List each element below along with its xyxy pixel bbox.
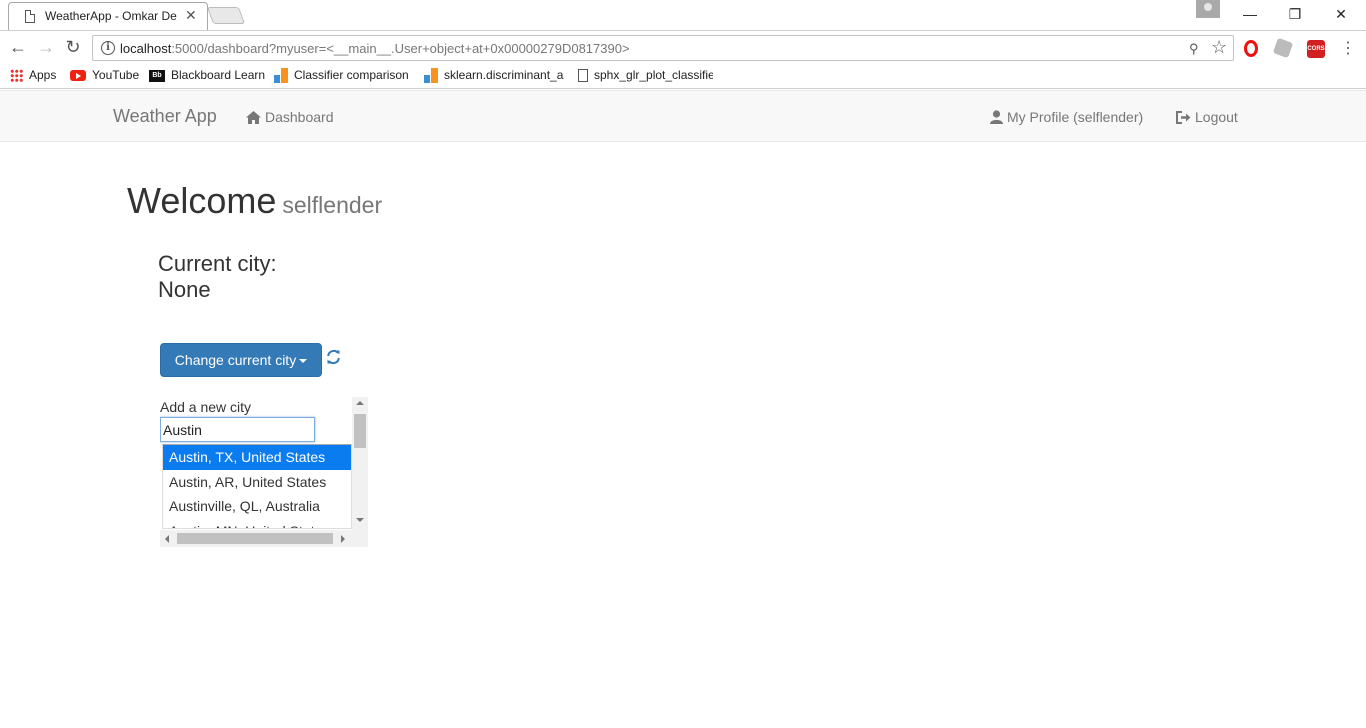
blackboard-icon: Bb <box>149 69 165 82</box>
close-tab-icon[interactable]: ✕ <box>185 7 197 24</box>
bookmark-apps[interactable]: Apps <box>10 68 56 83</box>
current-city-value: None <box>158 277 211 302</box>
scroll-left-icon[interactable] <box>165 535 169 543</box>
welcome-heading: Welcome <box>127 180 277 221</box>
caret-down-icon <box>299 359 308 364</box>
current-city-label: Current city: <box>158 251 277 276</box>
browser-menu-icon[interactable]: ⋮ <box>1340 38 1356 58</box>
tab-title: WeatherApp - Omkar De <box>45 9 177 23</box>
bookmarks-bar: Apps YouTube Bb Blackboard Learn Classifi… <box>0 64 1366 89</box>
change-city-label: Change current city <box>174 352 297 368</box>
browser-profile-button[interactable] <box>1196 0 1220 18</box>
user-icon <box>990 110 1003 124</box>
bookmark-classifier-comparison[interactable]: Classifier comparison <box>274 68 409 84</box>
list-item[interactable]: Austin, TX, United States <box>163 445 351 470</box>
brand-link[interactable]: Weather App <box>113 106 217 127</box>
page-icon <box>25 10 35 23</box>
page-title: Welcome selflender <box>127 180 382 222</box>
sklearn-icon <box>274 68 288 84</box>
scroll-down-icon[interactable] <box>356 518 364 522</box>
list-item[interactable]: Austin, AR, United States <box>163 470 351 495</box>
scrollbar-corner <box>352 530 368 547</box>
minimize-button[interactable]: — <box>1227 2 1273 26</box>
bookmark-sklearn-discriminant[interactable]: sklearn.discriminant_a <box>424 68 563 84</box>
logout-icon <box>1176 111 1191 124</box>
user-icon <box>1204 3 1212 11</box>
bookmark-blackboard[interactable]: Bb Blackboard Learn <box>149 68 265 82</box>
browser-titlebar: WeatherApp - Omkar De ✕ — ❐ ✕ <box>0 0 1366 30</box>
extension-icon[interactable] <box>1272 37 1294 59</box>
horizontal-scrollbar[interactable] <box>160 530 352 547</box>
add-city-panel: Add a new city Austin, TX, United States… <box>160 397 368 547</box>
cors-icon[interactable]: CORS <box>1307 40 1325 58</box>
current-city-block: Current city: None <box>158 251 277 303</box>
bookmark-sphx-glr[interactable]: sphx_glr_plot_classifie <box>578 68 713 83</box>
change-city-button[interactable]: Change current city <box>160 343 322 377</box>
username-subtitle: selflender <box>282 192 383 218</box>
reload-button[interactable]: ↻ <box>63 37 83 58</box>
city-search-input[interactable] <box>160 417 315 442</box>
scroll-up-icon[interactable] <box>356 401 364 405</box>
key-icon[interactable]: ⚲ <box>1189 41 1199 57</box>
nav-logout[interactable]: Logout <box>1176 109 1238 125</box>
browser-tab[interactable]: WeatherApp - Omkar De ✕ <box>8 2 208 30</box>
vertical-scrollbar[interactable] <box>352 397 368 530</box>
forward-button[interactable]: → <box>36 37 56 58</box>
nav-my-profile[interactable]: My Profile (selflender) <box>990 109 1143 125</box>
horizontal-scroll-thumb[interactable] <box>177 533 333 544</box>
city-suggestions-list: Austin, TX, United States Austin, AR, Un… <box>162 444 352 529</box>
bookmark-star-icon[interactable]: ☆ <box>1211 37 1227 58</box>
list-item[interactable]: Austin, MN, United States <box>163 519 351 529</box>
nav-dashboard[interactable]: Dashboard <box>246 109 334 125</box>
opera-icon[interactable] <box>1244 40 1258 57</box>
url-text[interactable]: localhost:5000/dashboard?myuser=<__main_… <box>120 41 630 56</box>
apps-grid-icon <box>10 69 23 83</box>
vertical-scroll-thumb[interactable] <box>354 414 366 448</box>
bookmark-youtube[interactable]: YouTube <box>70 68 139 82</box>
new-tab-button[interactable] <box>206 7 246 24</box>
info-icon[interactable]: i <box>101 41 115 55</box>
refresh-icon[interactable] <box>326 349 341 365</box>
address-bar[interactable]: i localhost:5000/dashboard?myuser=<__mai… <box>92 35 1234 61</box>
back-button[interactable]: ← <box>8 37 28 58</box>
youtube-icon <box>70 70 86 82</box>
close-window-button[interactable]: ✕ <box>1318 2 1364 26</box>
scroll-right-icon[interactable] <box>341 535 345 543</box>
list-item[interactable]: Austinville, QL, Australia <box>163 494 351 519</box>
restore-button[interactable]: ❐ <box>1272 2 1318 26</box>
sklearn-icon <box>424 68 438 84</box>
document-icon <box>578 69 588 83</box>
browser-toolbar: ← → ↻ i localhost:5000/dashboard?myuser=… <box>0 30 1366 64</box>
app-navbar: Weather App Dashboard My Profile (selfle… <box>0 90 1366 142</box>
home-icon <box>246 111 261 124</box>
add-city-label: Add a new city <box>160 399 252 415</box>
